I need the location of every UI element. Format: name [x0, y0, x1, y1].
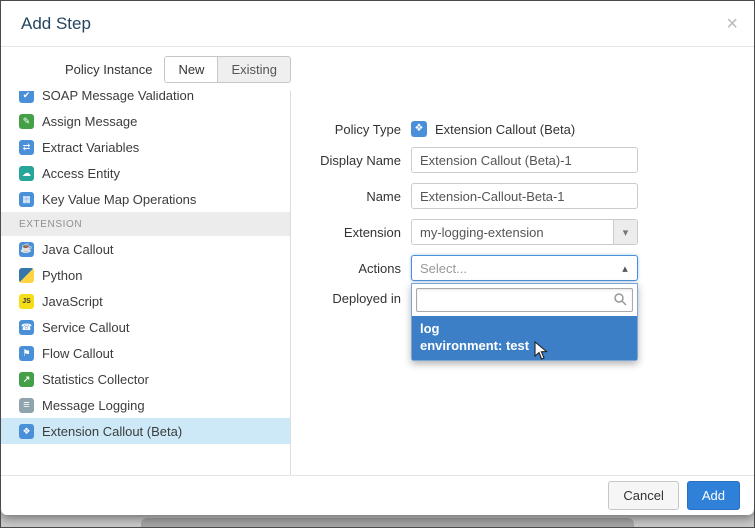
- name-input[interactable]: [411, 183, 638, 209]
- policy-type-sidebar: SOAP Message Validation Assign Message E…: [1, 91, 291, 475]
- sidebar-item-label: JavaScript: [42, 294, 103, 309]
- modal-header: Add Step ×: [1, 1, 754, 47]
- java-callout-icon: [19, 242, 34, 257]
- sidebar-item-label: SOAP Message Validation: [42, 91, 194, 103]
- close-icon[interactable]: ×: [726, 14, 738, 34]
- policy-instance-label: Policy Instance: [65, 62, 152, 77]
- sidebar-item-extract-variables[interactable]: Extract Variables: [1, 134, 290, 160]
- actions-option-log[interactable]: log environment: test: [412, 316, 637, 360]
- actions-select[interactable]: Select...: [411, 255, 638, 281]
- sidebar-item-message-logging[interactable]: Message Logging: [1, 392, 290, 418]
- deployed-in-label: Deployed in: [291, 291, 401, 306]
- sidebar-item-label: Statistics Collector: [42, 372, 149, 387]
- sidebar-section-extension: EXTENSION: [1, 212, 290, 236]
- display-name-row: Display Name: [291, 147, 754, 173]
- policy-type-list: SOAP Message Validation Assign Message E…: [1, 91, 290, 444]
- service-callout-icon: [19, 320, 34, 335]
- extension-callout-icon: [19, 424, 34, 439]
- statistics-collector-icon: [19, 372, 34, 387]
- actions-label: Actions: [291, 261, 401, 276]
- policy-instance-existing-button[interactable]: Existing: [217, 57, 290, 82]
- javascript-icon: [19, 294, 34, 309]
- sidebar-item-label: Python: [42, 268, 82, 283]
- policy-type-icon: [411, 121, 427, 137]
- extension-label: Extension: [291, 225, 401, 240]
- sidebar-item-label: Message Logging: [42, 398, 145, 413]
- policy-type-value: Extension Callout (Beta): [435, 122, 575, 137]
- add-step-modal: Add Step × Policy Instance New Existing …: [1, 1, 754, 515]
- sidebar-item-label: Access Entity: [42, 166, 120, 181]
- actions-option-subtitle: environment: test: [420, 337, 629, 354]
- actions-search-input[interactable]: [416, 288, 633, 312]
- flow-callout-icon: [19, 346, 34, 361]
- assign-message-icon: [19, 114, 34, 129]
- policy-instance-new-button[interactable]: New: [165, 57, 217, 82]
- actions-row: Actions Select...: [291, 255, 754, 281]
- cancel-button[interactable]: Cancel: [608, 481, 678, 510]
- policy-instance-row: Policy Instance New Existing: [1, 47, 754, 91]
- modal-body: SOAP Message Validation Assign Message E…: [1, 91, 754, 475]
- sidebar-item-label: Assign Message: [42, 114, 137, 129]
- actions-option-title: log: [420, 320, 629, 337]
- actions-dropdown-panel: log environment: test: [411, 283, 638, 361]
- python-icon: [19, 268, 34, 283]
- extension-select[interactable]: my-logging-extension: [411, 219, 638, 245]
- actions-dropdown-search: [412, 284, 637, 316]
- sidebar-item-label: Service Callout: [42, 320, 129, 335]
- key-value-map-operations-icon: [19, 192, 34, 207]
- sidebar-item-assign-message[interactable]: Assign Message: [1, 108, 290, 134]
- access-entity-icon: [19, 166, 34, 181]
- sidebar-item-statistics-collector[interactable]: Statistics Collector: [1, 366, 290, 392]
- sidebar-item-label: Extract Variables: [42, 140, 139, 155]
- extension-select-value: my-logging-extension: [412, 225, 613, 240]
- background-dialog-edge: [141, 518, 634, 527]
- sidebar-item-service-callout[interactable]: Service Callout: [1, 314, 290, 340]
- sidebar-item-javascript[interactable]: JavaScript: [1, 288, 290, 314]
- modal-title: Add Step: [21, 14, 91, 34]
- sidebar-item-label: Key Value Map Operations: [42, 192, 196, 207]
- display-name-label: Display Name: [291, 153, 401, 168]
- policy-form: Policy Type Extension Callout (Beta) Dis…: [291, 91, 754, 475]
- soap-message-validation-icon: [19, 91, 34, 103]
- display-name-input[interactable]: [411, 147, 638, 173]
- sidebar-item-python[interactable]: Python: [1, 262, 290, 288]
- name-label: Name: [291, 189, 401, 204]
- message-logging-icon: [19, 398, 34, 413]
- screen: Add Step × Policy Instance New Existing …: [0, 0, 755, 528]
- mouse-cursor-icon: [533, 341, 549, 366]
- sidebar-item-flow-callout[interactable]: Flow Callout: [1, 340, 290, 366]
- policy-type-label: Policy Type: [291, 122, 401, 137]
- modal-footer: Cancel Add: [1, 475, 754, 515]
- policy-type-row: Policy Type Extension Callout (Beta): [291, 121, 754, 137]
- extract-variables-icon: [19, 140, 34, 155]
- sidebar-item-key-value-map-operations[interactable]: Key Value Map Operations: [1, 186, 290, 212]
- actions-select-placeholder: Select...: [412, 261, 613, 276]
- name-row: Name: [291, 183, 754, 209]
- sidebar-item-extension-callout-beta[interactable]: Extension Callout (Beta): [1, 418, 290, 444]
- sidebar-item-soap-message-validation[interactable]: SOAP Message Validation: [1, 91, 290, 108]
- chevron-up-icon: [613, 262, 637, 275]
- sidebar-item-label: Extension Callout (Beta): [42, 424, 182, 439]
- search-icon: [613, 292, 628, 307]
- policy-type-value-wrap: Extension Callout (Beta): [411, 121, 575, 137]
- chevron-down-icon: [613, 220, 637, 244]
- policy-instance-segmented-control: New Existing: [164, 56, 291, 83]
- sidebar-item-java-callout[interactable]: Java Callout: [1, 236, 290, 262]
- extension-row: Extension my-logging-extension: [291, 219, 754, 245]
- sidebar-item-label: Flow Callout: [42, 346, 114, 361]
- sidebar-item-access-entity[interactable]: Access Entity: [1, 160, 290, 186]
- add-button[interactable]: Add: [687, 481, 740, 510]
- sidebar-item-label: Java Callout: [42, 242, 114, 257]
